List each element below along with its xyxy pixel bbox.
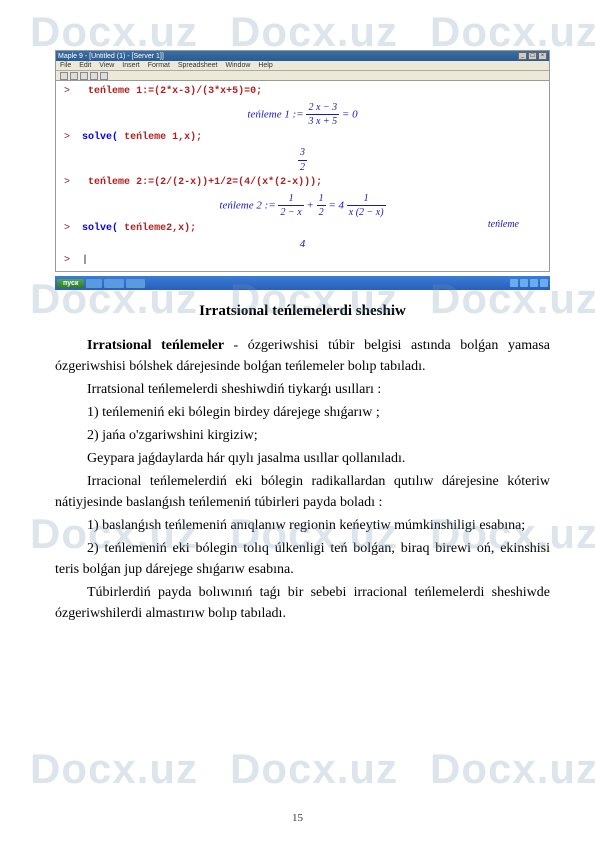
- window-controls: _ □ ×: [518, 52, 547, 60]
- math-output: 4: [64, 237, 541, 252]
- tray-icon[interactable]: [530, 279, 538, 287]
- close-button[interactable]: ×: [538, 52, 547, 60]
- maximize-button[interactable]: □: [528, 52, 537, 60]
- system-tray: [510, 279, 548, 287]
- code-line: > teńleme 1:=(2*x-3)/(3*x+5)=0;: [64, 85, 541, 99]
- toolbar-icon[interactable]: [80, 72, 88, 80]
- maple-window: Maple 9 - [Untitled (1) - [Server 1]] _ …: [55, 50, 550, 272]
- menu-edit[interactable]: Edit: [79, 62, 91, 69]
- toolbar-icon[interactable]: [90, 72, 98, 80]
- list-item: 2) teńlemeniń eki bólegin tolıq úlkenlig…: [55, 538, 550, 580]
- toolbar-icon[interactable]: [70, 72, 78, 80]
- toolbar: [56, 71, 549, 81]
- menu-insert[interactable]: Insert: [122, 62, 140, 69]
- page-number: 15: [292, 812, 303, 824]
- menu-spreadsheet[interactable]: Spreadsheet: [178, 62, 218, 69]
- watermark: Docx.uz: [430, 745, 595, 793]
- menu-file[interactable]: File: [60, 62, 71, 69]
- taskbar-item[interactable]: [126, 279, 146, 288]
- math-output: teńleme 2 := 12 − x + 12 = 4 1x (2 − x): [64, 192, 541, 220]
- taskbar-item[interactable]: [86, 279, 102, 288]
- menu-view[interactable]: View: [99, 62, 114, 69]
- math-output: teńleme 1 := 2 x − 33 x + 5 = 0: [64, 101, 541, 129]
- menu-format[interactable]: Format: [148, 62, 170, 69]
- taskbar: пуск: [55, 276, 550, 290]
- watermark: Docx.uz: [30, 745, 198, 793]
- start-button[interactable]: пуск: [57, 279, 84, 288]
- tray-icon[interactable]: [510, 279, 518, 287]
- menu-bar: File Edit View Insert Format Spreadsheet…: [56, 61, 549, 71]
- math-output: 32: [64, 146, 541, 174]
- minimize-button[interactable]: _: [518, 52, 527, 60]
- tray-icon[interactable]: [520, 279, 528, 287]
- list-item: 2) jańa o'zgariwshini kirgiziw;: [55, 425, 550, 446]
- paragraph: Geypara jaǵdaylarda hár qıylı jasalma us…: [55, 448, 550, 469]
- section-title: Irratsional teńlemelerdi sheshiw: [55, 300, 550, 323]
- code-line: > solve( teńleme 1,x);: [64, 131, 541, 145]
- list-item: 1) teńlemeniń eki bólegin birdey dárejeg…: [55, 402, 550, 423]
- toolbar-icon[interactable]: [100, 72, 108, 80]
- code-line: > teńleme 2:=(2/(2-x))+1/2=(4/(x*(2-x)))…: [64, 176, 541, 190]
- tray-icon[interactable]: [540, 279, 548, 287]
- menu-window[interactable]: Window: [226, 62, 251, 69]
- paragraph: Túbirlerdiń payda bolıwınıń taǵı bir seb…: [55, 582, 550, 624]
- taskbar-item[interactable]: [104, 279, 124, 288]
- code-area[interactable]: > teńleme 1:=(2*x-3)/(3*x+5)=0; teńleme …: [56, 81, 549, 271]
- paragraph: Irracional teńlemelerdiń eki bólegin rad…: [55, 471, 550, 513]
- code-input-cursor[interactable]: >: [64, 254, 541, 268]
- toolbar-icon[interactable]: [60, 72, 68, 80]
- side-label: teńleme: [488, 218, 519, 232]
- menu-help[interactable]: Help: [258, 62, 272, 69]
- paragraph: Irratsional teńlemelerdi sheshiwdiń tiyk…: [55, 379, 550, 400]
- paragraph: Irratsional teńlemeler - ózgeriwshisi tú…: [55, 335, 550, 377]
- code-line: > solve( teńleme2,x);: [64, 222, 541, 236]
- window-title: Maple 9 - [Untitled (1) - [Server 1]]: [58, 53, 164, 60]
- window-title-bar: Maple 9 - [Untitled (1) - [Server 1]] _ …: [56, 51, 549, 61]
- document-body: Irratsional teńlemelerdi sheshiw Irratsi…: [55, 300, 550, 624]
- watermark: Docx.uz: [230, 745, 398, 793]
- list-item: 1) baslanǵısh teńlemeniń anıqlanıw regio…: [55, 515, 550, 536]
